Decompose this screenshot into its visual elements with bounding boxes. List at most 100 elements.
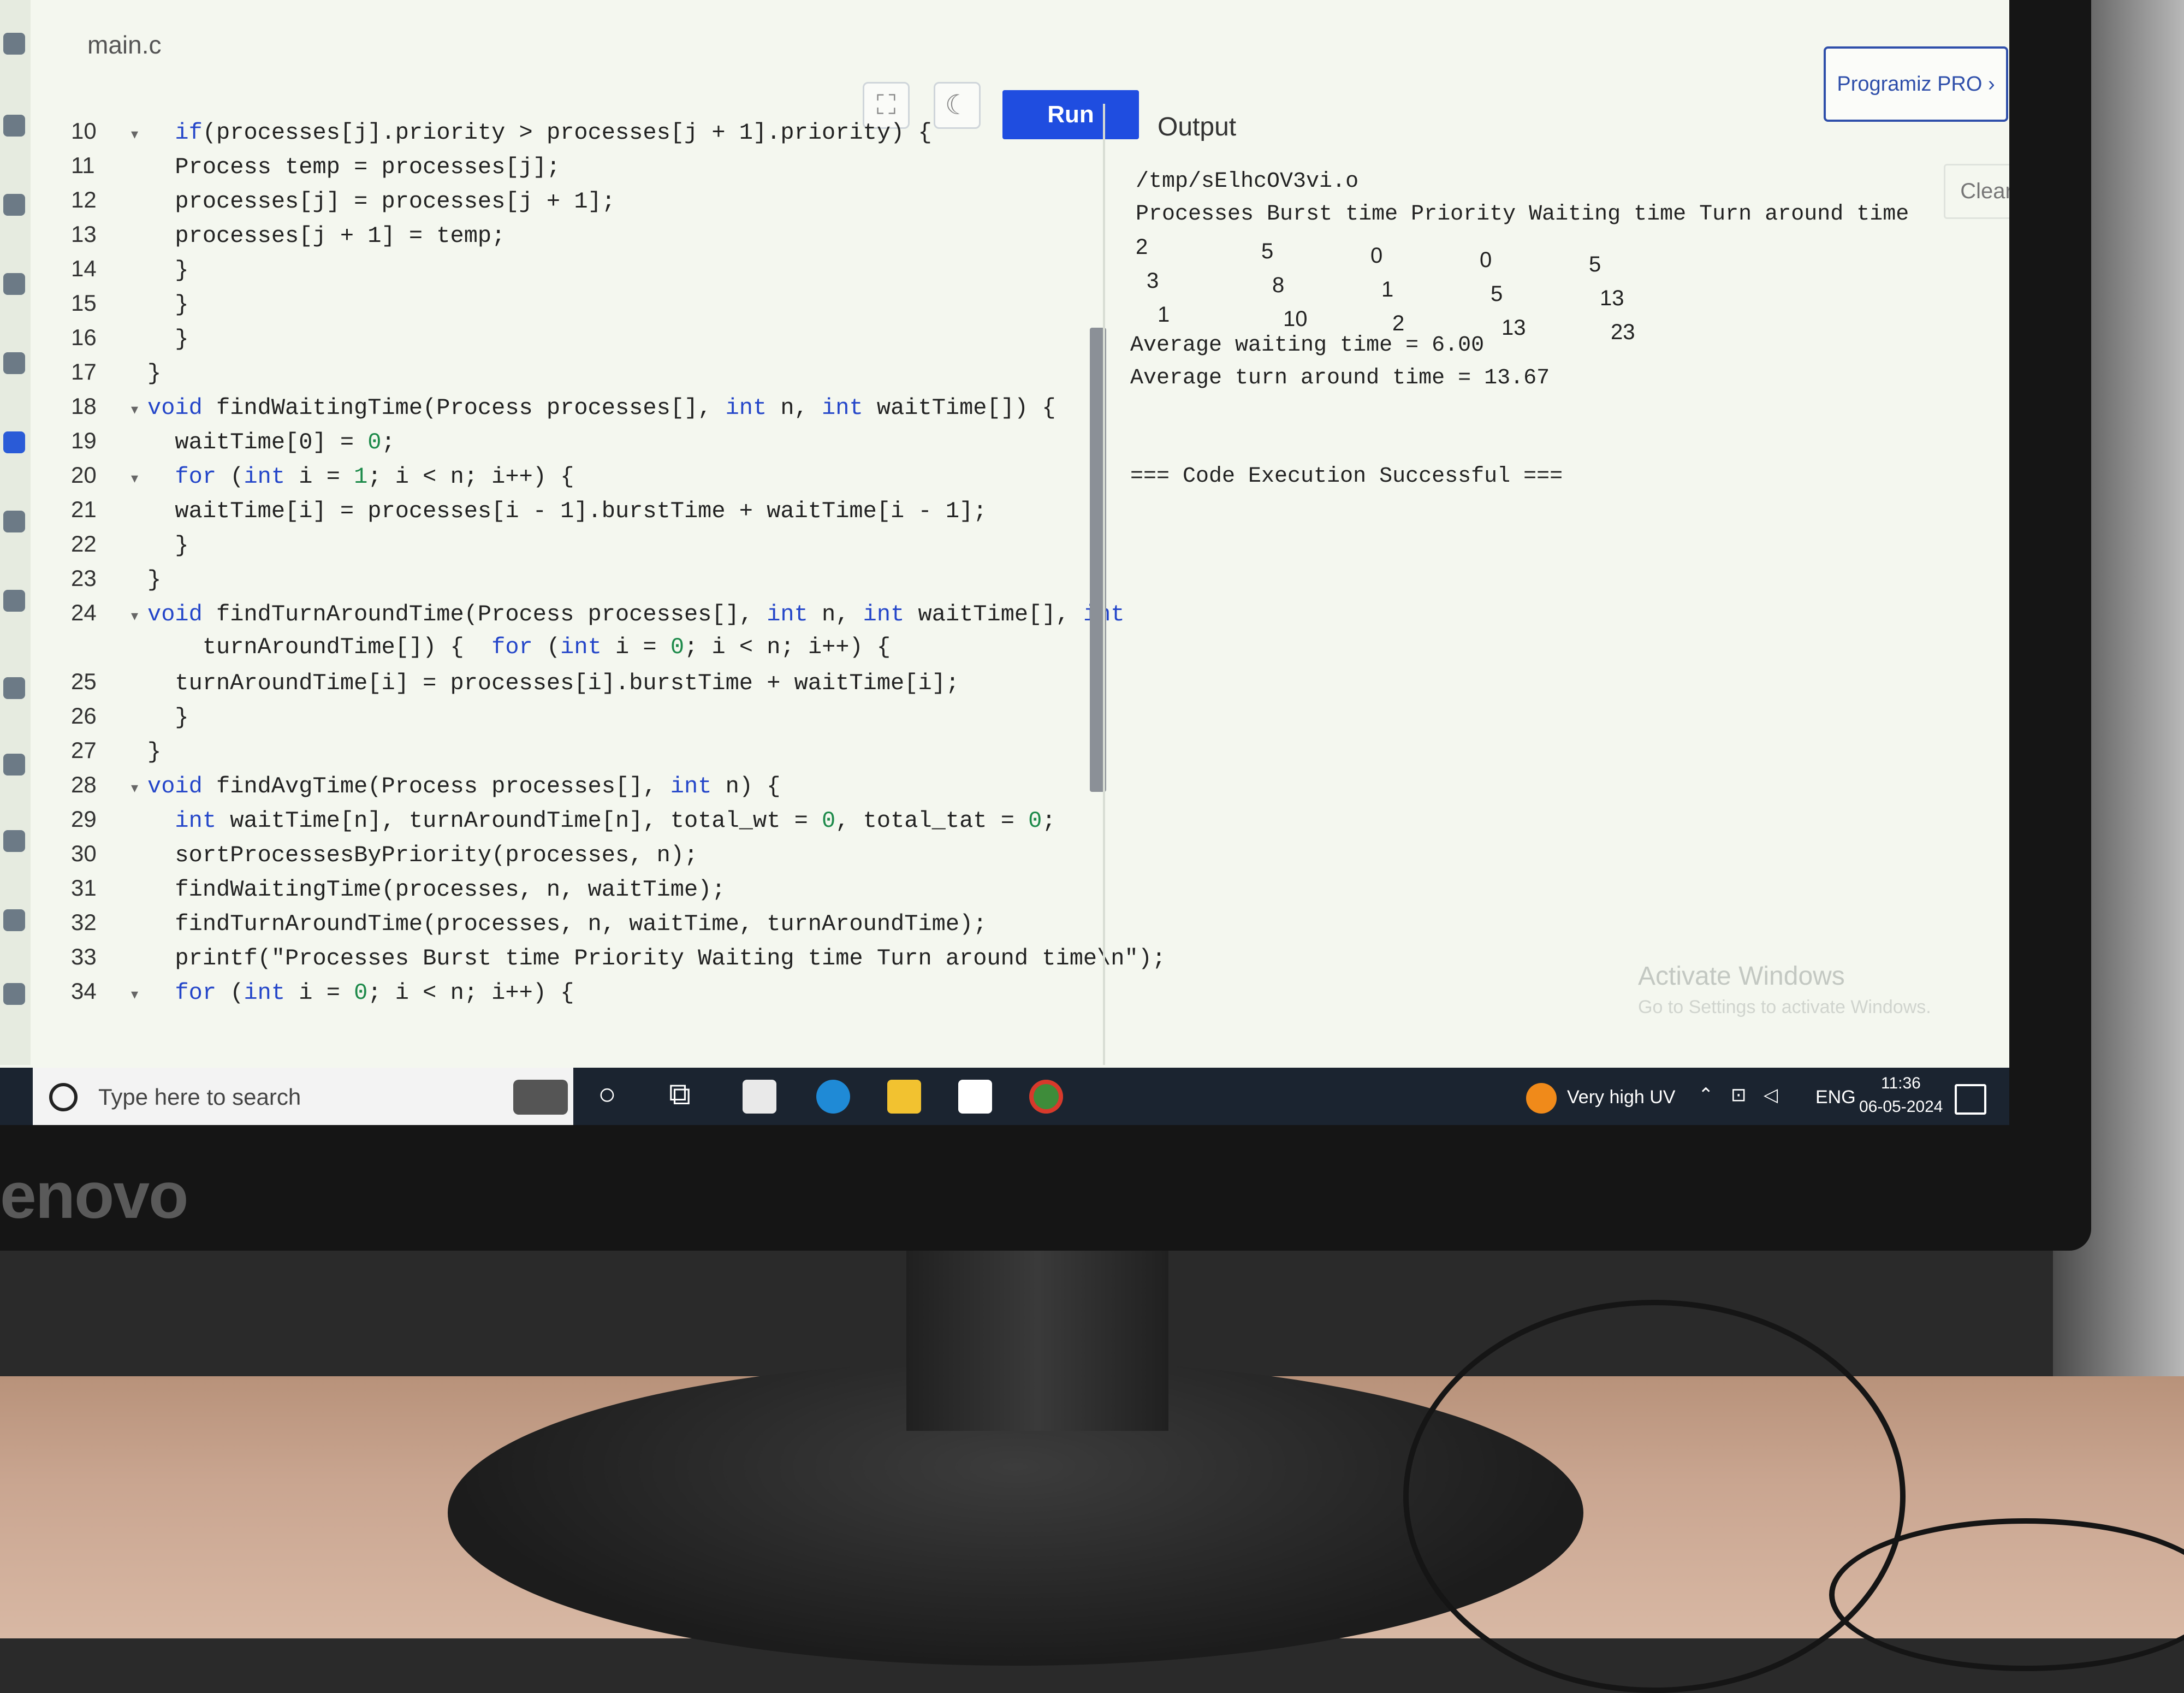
code-editor[interactable]: 10 ▾ if(processes[j].priority > processes… [71, 76, 1166, 1038]
code-line[interactable]: 28 ▾ void findAvgTime(Process processes[],… [71, 768, 780, 801]
sql-icon[interactable] [3, 194, 25, 216]
csharp-icon[interactable] [3, 590, 25, 612]
chrome-icon[interactable] [1029, 1080, 1063, 1114]
output-cell: 10 [1283, 307, 1308, 331]
file-explorer-icon[interactable] [887, 1080, 921, 1114]
code-line[interactable]: 25 turnAroundTime[i] = processes[i].burs… [71, 665, 959, 698]
line-number: 21 [71, 496, 97, 522]
keyword-token: int [822, 395, 863, 421]
code-line[interactable]: 27} [71, 734, 161, 767]
swift-icon[interactable] [3, 677, 25, 699]
network-icon[interactable]: ⊡ [1731, 1084, 1747, 1106]
code-line[interactable]: 17} [71, 356, 161, 388]
clock-date[interactable]: 06-05-2024 [1859, 1098, 1943, 1116]
code-line[interactable]: 10 ▾ if(processes[j].priority > processes… [71, 115, 932, 147]
code-line[interactable]: 16 } [71, 321, 189, 354]
pane-divider[interactable] [1103, 104, 1105, 1065]
code-line[interactable]: 32 findTurnAroundTime(processes, n, wait… [71, 906, 987, 939]
code-line[interactable]: 31 findWaitingTime(processes, n, waitTim… [71, 872, 726, 904]
code-line[interactable]: 19 waitTime[0] = 0; [71, 424, 395, 457]
go-icon[interactable] [3, 754, 25, 776]
keyword-token: int [863, 601, 905, 628]
taskbar-search[interactable]: Type here to search [33, 1068, 573, 1125]
line-number: 29 [71, 806, 97, 832]
code-line[interactable]: 33 printf("Processes Burst time Priority… [71, 940, 1166, 973]
cpp-icon[interactable] [3, 511, 25, 532]
fold-chevron-icon[interactable]: ▾ [131, 979, 147, 1011]
line-number: 22 [71, 531, 97, 557]
output-cell: 1 [1381, 277, 1394, 301]
code-line[interactable]: turnAroundTime[]) { for (int i = 0; i < … [71, 631, 891, 664]
keyword-token: int [560, 634, 602, 660]
output-cell: 13 [1502, 316, 1526, 340]
ts-icon[interactable] [3, 983, 25, 1005]
search-input[interactable]: Type here to search [98, 1084, 301, 1110]
code-line[interactable]: 13 processes[j + 1] = temp; [71, 218, 505, 251]
code-line[interactable]: 20 ▾ for (int i = 1; i < n; i++) { [71, 459, 574, 492]
c-icon[interactable] [3, 431, 25, 453]
keyword-token: for [175, 464, 217, 490]
volume-icon[interactable]: ◁ [1764, 1084, 1778, 1106]
code-token: ; i < n; i++) { [367, 980, 574, 1006]
code-token: n) { [711, 773, 781, 800]
fold-chevron-icon[interactable]: ▾ [131, 772, 147, 805]
mail-icon[interactable] [743, 1080, 776, 1114]
output-status: === Code Execution Successful === [1130, 464, 1563, 489]
code-line[interactable]: 29 int waitTime[n], turnAroundTime[n], t… [71, 803, 1056, 836]
code-token: printf("Processes Burst time Priority Wa… [175, 945, 1166, 972]
fold-chevron-icon[interactable]: ▾ [131, 463, 147, 495]
code-line[interactable]: 22 } [71, 528, 189, 560]
clock-time[interactable]: 11:36 [1881, 1074, 1921, 1093]
output-title: Output [1158, 113, 1237, 141]
code-line[interactable]: 15 } [71, 287, 189, 319]
php-icon[interactable] [3, 830, 25, 852]
keyword-token: int [725, 395, 767, 421]
screen: main.c ⛶ ☾ Run 10 ▾ if(processes[j].prior… [0, 0, 2009, 1125]
code-token: ( [216, 980, 244, 1006]
code-line[interactable]: 26 } [71, 700, 189, 732]
output-cell: 5 [1491, 282, 1503, 306]
keyword-token: void [147, 773, 203, 800]
file-tab[interactable]: main.c [87, 30, 161, 60]
rust-icon[interactable] [3, 909, 25, 931]
code-line[interactable]: 34 ▾ for (int i = 0; i < n; i++) { [71, 975, 574, 1008]
java-icon[interactable] [3, 352, 25, 374]
code-line[interactable]: 23} [71, 562, 161, 595]
code-token: ; i < n; i++) { [684, 634, 891, 660]
language-indicator[interactable]: ENG [1815, 1087, 1856, 1108]
code-token: processes[j + 1] = temp; [175, 223, 506, 249]
weather-text[interactable]: Very high UV [1567, 1087, 1675, 1108]
uv-icon[interactable] [1526, 1083, 1557, 1114]
html-icon[interactable] [3, 273, 25, 295]
fold-chevron-icon[interactable]: ▾ [131, 394, 147, 427]
task-view-icon[interactable]: ⧉ [669, 1076, 691, 1112]
number-token: 0 [670, 634, 685, 660]
edge-icon[interactable] [816, 1080, 850, 1114]
output-cell: 23 [1611, 320, 1635, 344]
keyword-token: int [244, 464, 286, 490]
output-cell: 8 [1272, 273, 1285, 297]
code-line[interactable]: 18 ▾ void findWaitingTime(Process processe… [71, 390, 1056, 423]
code-line[interactable]: 24 ▾ void findTurnAroundTime(Process proce… [71, 596, 1125, 629]
code-line[interactable]: 14 } [71, 252, 189, 285]
camera-icon[interactable] [513, 1080, 568, 1115]
code-token: turnAroundTime[]) { [147, 634, 492, 660]
fold-chevron-icon[interactable]: ▾ [131, 119, 147, 151]
notification-icon[interactable] [1955, 1084, 1986, 1115]
code-line[interactable]: 11 Process temp = processes[j]; [71, 149, 560, 182]
code-token: turnAroundTime[i] = processes[i].burstTi… [175, 670, 960, 696]
code-line[interactable]: 12 processes[j] = processes[j + 1]; [71, 183, 615, 216]
clear-button[interactable]: Clear [1944, 164, 2009, 219]
python-icon[interactable] [3, 33, 25, 55]
code-line[interactable]: 21 waitTime[i] = processes[i - 1].burstT… [71, 493, 987, 526]
store-icon[interactable] [958, 1080, 992, 1114]
code-line[interactable]: 30 sortProcessesByPriority(processes, n)… [71, 837, 698, 870]
r-icon[interactable] [3, 115, 25, 137]
fold-chevron-icon[interactable]: ▾ [131, 600, 147, 633]
chevron-up-icon[interactable]: ⌃ [1698, 1084, 1714, 1106]
programiz-pro-button[interactable]: Programiz PRO › [1824, 46, 2008, 122]
line-number: 24 [71, 600, 97, 625]
cortana-icon[interactable]: ○ [598, 1076, 616, 1111]
